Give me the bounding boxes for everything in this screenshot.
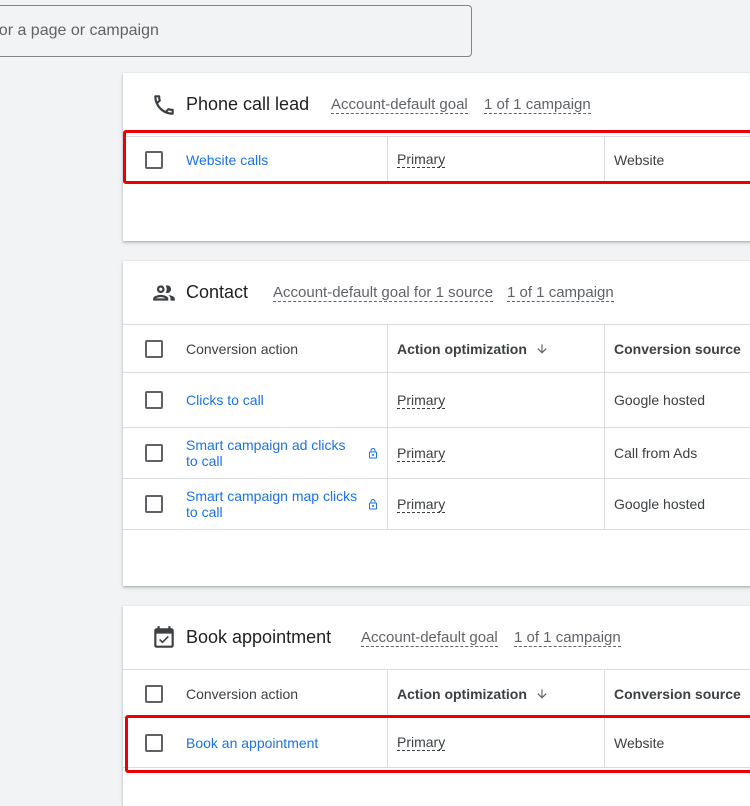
goal-chip[interactable]: Account-default goal — [361, 629, 498, 647]
conversion-source-value: Call from Ads — [614, 445, 698, 461]
conversion-source-value: Google hosted — [614, 392, 706, 408]
column-header-conversion-source[interactable]: Conversion source — [614, 686, 741, 702]
column-header-conversion-action[interactable]: Conversion action — [186, 686, 298, 702]
lock-icon — [369, 498, 377, 509]
conversion-source-value: Website — [614, 151, 665, 168]
conversion-source-value: Website — [614, 734, 665, 751]
goal-chip[interactable]: Account-default goal — [331, 96, 468, 114]
search-input[interactable] — [0, 6, 451, 56]
goal-card-phone-call-lead: Phone call lead Account-default goal 1 o… — [123, 73, 750, 241]
phone-icon — [154, 94, 174, 115]
optimization-value[interactable]: Primary — [397, 445, 446, 462]
arrow-down-icon[interactable] — [535, 687, 549, 701]
optimization-value[interactable]: Primary — [397, 392, 446, 409]
conversion-action-link[interactable]: Smart campaign ad clicks to call — [186, 437, 361, 469]
goal-chip[interactable]: Account-default goal for 1 source — [273, 284, 494, 302]
row-checkbox[interactable] — [145, 444, 163, 462]
conversion-action-link[interactable]: Clicks to call — [186, 392, 264, 408]
conversion-source-value: Google hosted — [614, 496, 706, 512]
campaign-chip[interactable]: 1 of 1 campaign — [484, 96, 591, 114]
row-checkbox[interactable] — [145, 733, 163, 752]
table-header-row: Conversion action Action optimization Co… — [123, 325, 750, 373]
column-header-optimization-sort[interactable]: Action optimization — [387, 670, 604, 717]
calendar-check-icon — [154, 625, 174, 648]
search-field[interactable] — [0, 5, 472, 57]
optimization-value[interactable]: Primary — [397, 496, 446, 513]
card-title: Book appointment — [186, 627, 332, 647]
row-checkbox[interactable] — [145, 150, 163, 169]
table-row: Clicks to call Primary Google hosted — [123, 373, 750, 428]
card-title: Phone call lead — [186, 94, 310, 114]
select-all-checkbox[interactable] — [145, 684, 163, 703]
conversion-action-link[interactable]: Website calls — [186, 152, 268, 168]
card-header: Phone call lead Account-default goal 1 o… — [123, 73, 750, 137]
campaign-chip[interactable]: 1 of 1 campaign — [514, 629, 621, 647]
table-row: Smart campaign map clicks to call Primar… — [123, 479, 750, 530]
optimization-value[interactable]: Primary — [397, 151, 446, 168]
optimization-value[interactable]: Primary — [397, 734, 446, 751]
column-header-conversion-source[interactable]: Conversion source — [614, 341, 741, 357]
card-title: Contact — [186, 282, 249, 302]
card-header: Contact Account-default goal for 1 sourc… — [123, 261, 750, 325]
column-header-optimization-sort[interactable]: Action optimization — [387, 325, 604, 372]
select-all-checkbox[interactable] — [145, 339, 163, 358]
goal-card-contact: Contact Account-default goal for 1 sourc… — [123, 261, 750, 586]
goal-card-book-appointment: Book appointment Account-default goal 1 … — [123, 606, 750, 806]
conversion-action-link[interactable]: Book an appointment — [186, 735, 318, 751]
row-checkbox[interactable] — [145, 391, 163, 409]
card-header: Book appointment Account-default goal 1 … — [123, 606, 750, 670]
column-header-action-optimization[interactable]: Action optimization — [397, 686, 527, 702]
table-header-row: Conversion action Action optimization Co… — [123, 670, 750, 718]
column-header-conversion-action[interactable]: Conversion action — [186, 341, 298, 357]
lock-icon — [369, 447, 377, 458]
campaign-chip[interactable]: 1 of 1 campaign — [507, 284, 614, 302]
conversion-action-link[interactable]: Smart campaign map clicks to call — [186, 488, 361, 520]
row-checkbox[interactable] — [145, 495, 163, 513]
people-icon — [153, 284, 175, 301]
table-row: Website calls Primary Website — [123, 137, 750, 183]
column-header-action-optimization[interactable]: Action optimization — [397, 341, 527, 357]
table-row: Smart campaign ad clicks to call Primary… — [123, 428, 750, 479]
arrow-down-icon[interactable] — [535, 342, 549, 356]
table-row: Book an appointment Primary Website — [123, 718, 750, 768]
